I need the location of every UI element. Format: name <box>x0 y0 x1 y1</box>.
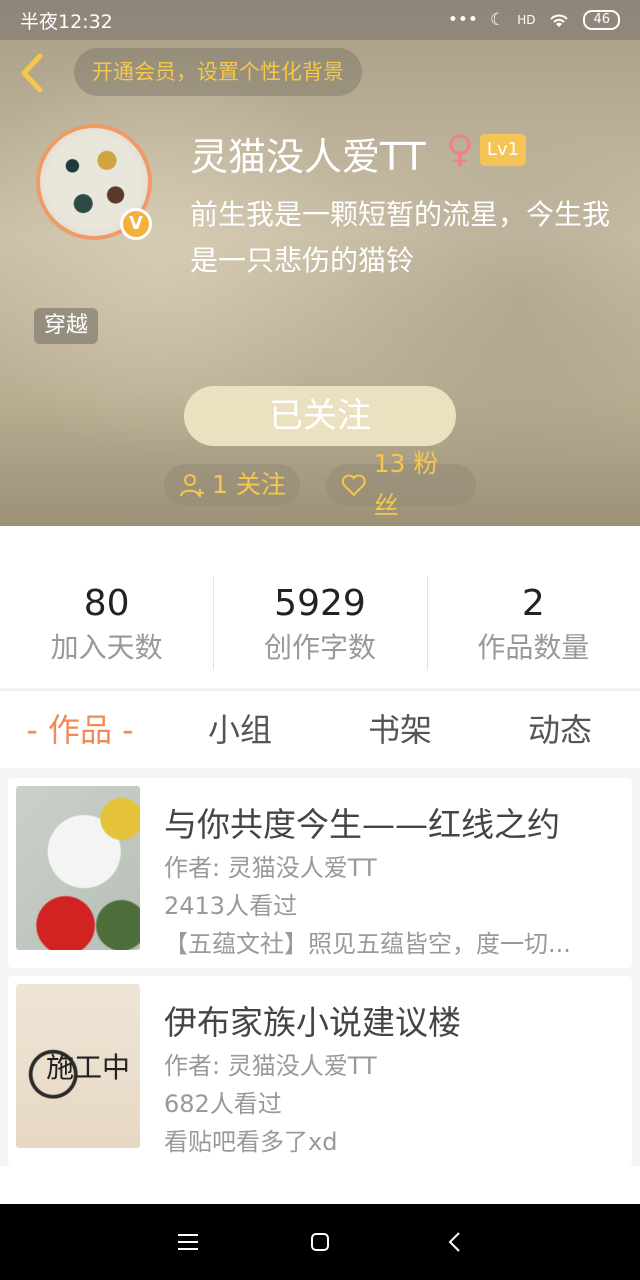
work-title: 与你共度今生——红线之约 <box>164 805 560 844</box>
stat-value: 2 <box>521 583 545 624</box>
signal-icon: HD <box>517 13 536 27</box>
heart-icon <box>341 474 366 497</box>
moon-icon: ☾ <box>489 10 506 30</box>
stat-join-days: 80 加入天数 <box>0 526 213 688</box>
user-tag[interactable]: 穿越 <box>34 308 99 344</box>
fans-count-label: 13 粉丝 <box>373 449 439 520</box>
stats-row: 80 加入天数 5929 创作字数 2 作品数量 <box>0 526 640 688</box>
stat-label: 加入天数 <box>50 631 163 664</box>
profile-tabs: - 作品 - 小组 书架 动态 <box>0 690 640 768</box>
vip-background-prompt[interactable]: 开通会员，设置个性化背景 <box>74 48 362 96</box>
tab-bookshelf[interactable]: 书架 <box>330 691 470 769</box>
tab-works[interactable]: - 作品 - <box>10 691 150 769</box>
nav-back-button[interactable] <box>436 1224 472 1260</box>
level-badge: Lv1 <box>480 134 526 166</box>
stat-value: 80 <box>83 583 130 624</box>
more-dots-icon: ••• <box>447 10 478 30</box>
status-time: 半夜12:32 <box>20 10 113 33</box>
status-icons: ••• ☾ HD 46 <box>448 10 620 30</box>
home-square-icon <box>311 1233 329 1251</box>
battery-indicator: 46 <box>583 10 620 30</box>
stat-word-count: 5929 创作字数 <box>213 526 426 688</box>
username: 灵猫没人爱TT <box>190 135 426 179</box>
tab-group[interactable]: 小组 <box>170 691 310 769</box>
work-author: 作者: 灵猫没人爱TT <box>164 1052 377 1080</box>
menu-icon <box>178 1234 198 1250</box>
following-count-label: 1 关注 <box>212 470 286 499</box>
female-icon: ♀ <box>446 127 474 171</box>
work-description: 看贴吧看多了xd <box>164 1128 338 1156</box>
work-views: 2413人看过 <box>164 892 298 920</box>
work-title: 伊布家族小说建议楼 <box>164 1003 461 1042</box>
stat-label: 创作字数 <box>263 631 376 664</box>
back-arrow-icon[interactable] <box>14 50 48 96</box>
work-views: 682人看过 <box>164 1090 282 1118</box>
following-count-chip[interactable]: 1 关注 <box>164 464 300 506</box>
work-cover-image <box>16 786 140 950</box>
verified-badge: V <box>120 208 152 240</box>
work-card[interactable]: 施工中 伊布家族小说建议楼 作者: 灵猫没人爱TT 682人看过 看贴吧看多了x… <box>8 976 632 1166</box>
bottom-spacer <box>0 1166 640 1204</box>
wifi-icon <box>550 14 569 27</box>
profile-header: 半夜12:32 ••• ☾ HD 46 开通会员，设置个性化背景 V 灵猫没人爱… <box>0 0 640 526</box>
work-card[interactable]: 与你共度今生——红线之约 作者: 灵猫没人爱TT 2413人看过 【五蕴文社】照… <box>8 778 632 968</box>
work-description: 【五蕴文社】照见五蕴皆空，度一切... <box>164 930 571 958</box>
system-nav-bar <box>0 1204 640 1280</box>
stat-label: 作品数量 <box>477 631 590 664</box>
fans-count-chip[interactable]: 13 粉丝 <box>326 449 476 520</box>
status-bar: 半夜12:32 ••• ☾ HD 46 <box>0 0 640 40</box>
nav-menu-button[interactable] <box>170 1224 206 1260</box>
works-list: 与你共度今生——红线之约 作者: 灵猫没人爱TT 2413人看过 【五蕴文社】照… <box>0 770 640 1204</box>
followed-button[interactable]: 已关注 <box>184 386 456 446</box>
cover-text: 施工中 <box>46 1051 131 1084</box>
nav-home-button[interactable] <box>302 1224 338 1260</box>
work-cover-image: 施工中 <box>16 984 140 1148</box>
stat-value: 5929 <box>274 583 366 624</box>
back-chevron-icon <box>448 1232 460 1252</box>
work-author: 作者: 灵猫没人爱TT <box>164 854 377 882</box>
stat-works-count: 2 作品数量 <box>426 526 640 688</box>
tab-activity[interactable]: 动态 <box>490 691 630 769</box>
user-bio: 前生我是一颗短暂的流星，今生我是一只悲伤的猫铃 <box>190 198 611 277</box>
user-add-icon <box>180 474 204 497</box>
